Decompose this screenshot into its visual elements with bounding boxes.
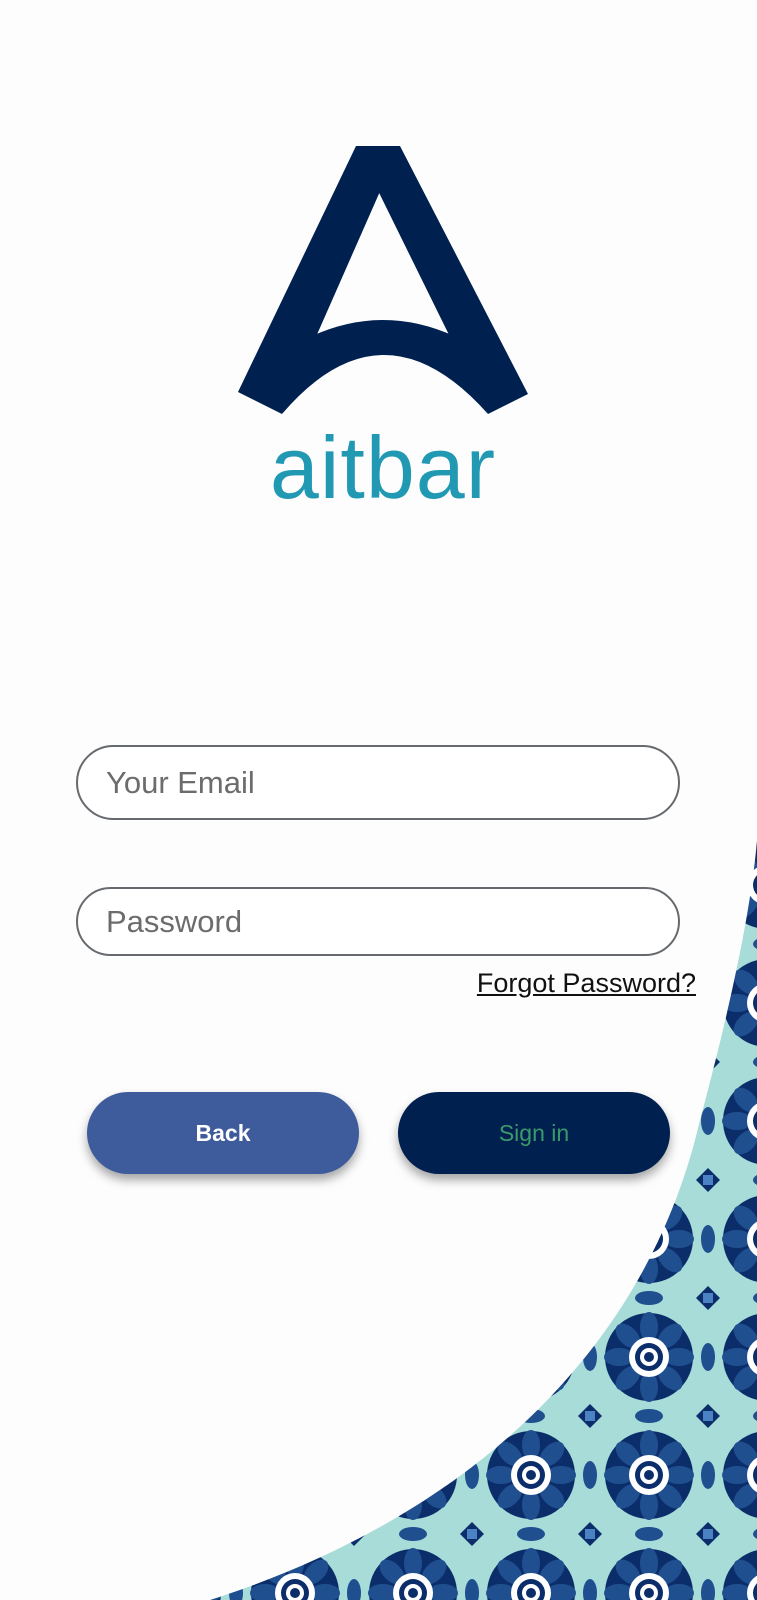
aitbar-logo: aitbar — [238, 146, 528, 512]
sign-in-button[interactable]: Sign in — [398, 1092, 670, 1174]
email-field[interactable] — [76, 745, 680, 820]
aitbar-a-mark-icon — [238, 146, 528, 414]
login-screen: aitbar Forgot Password? Back Sign in — [0, 0, 757, 1600]
brand-wordmark: aitbar — [269, 418, 497, 517]
back-button[interactable]: Back — [87, 1092, 359, 1174]
forgot-password-link[interactable]: Forgot Password? — [477, 968, 696, 999]
password-field[interactable] — [76, 887, 680, 956]
